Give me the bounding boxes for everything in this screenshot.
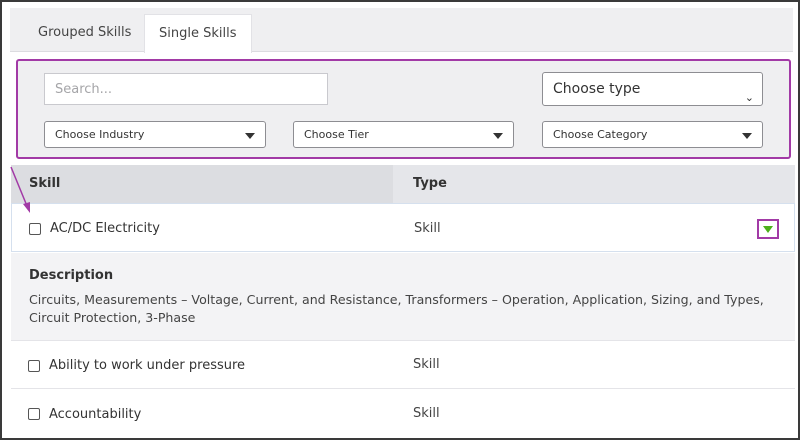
description-text: Circuits, Measurements – Voltage, Curren…	[29, 292, 764, 325]
triangle-down-icon	[763, 226, 773, 233]
skill-header-cell	[11, 165, 393, 203]
category-select[interactable]: Choose Category	[542, 121, 763, 148]
tab-grouped-skills[interactable]: Grouped Skills	[24, 14, 145, 52]
skill-name: Ability to work under pressure	[49, 358, 246, 373]
tab-single-skills[interactable]: Single Skills	[144, 14, 252, 53]
type-select[interactable]: Choose type ⌄	[542, 72, 763, 106]
industry-select[interactable]: Choose Industry	[44, 121, 266, 148]
skill-type: Skill	[413, 357, 440, 372]
filter-panel: Choose type ⌄ Choose Industry Choose Tie…	[16, 59, 791, 159]
row-checkbox[interactable]	[28, 408, 40, 420]
skill-column-header[interactable]: Skill	[29, 165, 60, 203]
type-select-label: Choose type	[553, 81, 641, 97]
skill-name: Accountability	[49, 407, 142, 422]
type-column-header[interactable]: Type	[413, 165, 447, 203]
search-input[interactable]	[44, 73, 328, 105]
skill-name: AC/DC Electricity	[50, 221, 160, 236]
row-checkbox[interactable]	[28, 360, 40, 372]
description-panel: Description Circuits, Measurements – Vol…	[11, 253, 795, 341]
industry-select-label: Choose Industry	[55, 128, 145, 141]
expand-toggle-button[interactable]	[757, 219, 779, 239]
caret-down-icon	[493, 132, 503, 139]
tab-bar: Grouped Skills Single Skills	[10, 8, 793, 53]
category-select-label: Choose Category	[553, 128, 648, 141]
description-title: Description	[29, 268, 114, 283]
table-row[interactable]: AC/DC Electricity Skill	[11, 203, 795, 252]
skill-type: Skill	[414, 221, 441, 236]
table-row[interactable]: Ability to work under pressure Skill	[11, 342, 795, 389]
row-checkbox[interactable]	[29, 223, 41, 235]
skill-type: Skill	[413, 406, 440, 421]
filter-panel-body: Choose type ⌄ Choose Industry Choose Tie…	[24, 63, 783, 151]
tier-select-label: Choose Tier	[304, 128, 369, 141]
skills-panel: Grouped Skills Single Skills Choose type…	[0, 0, 800, 440]
table-row[interactable]: Accountability Skill	[11, 390, 795, 438]
table-header: Skill Type	[11, 165, 795, 203]
caret-down-icon	[245, 132, 255, 139]
caret-down-icon	[742, 132, 752, 139]
chevron-down-icon: ⌄	[744, 91, 754, 104]
tier-select[interactable]: Choose Tier	[293, 121, 514, 148]
